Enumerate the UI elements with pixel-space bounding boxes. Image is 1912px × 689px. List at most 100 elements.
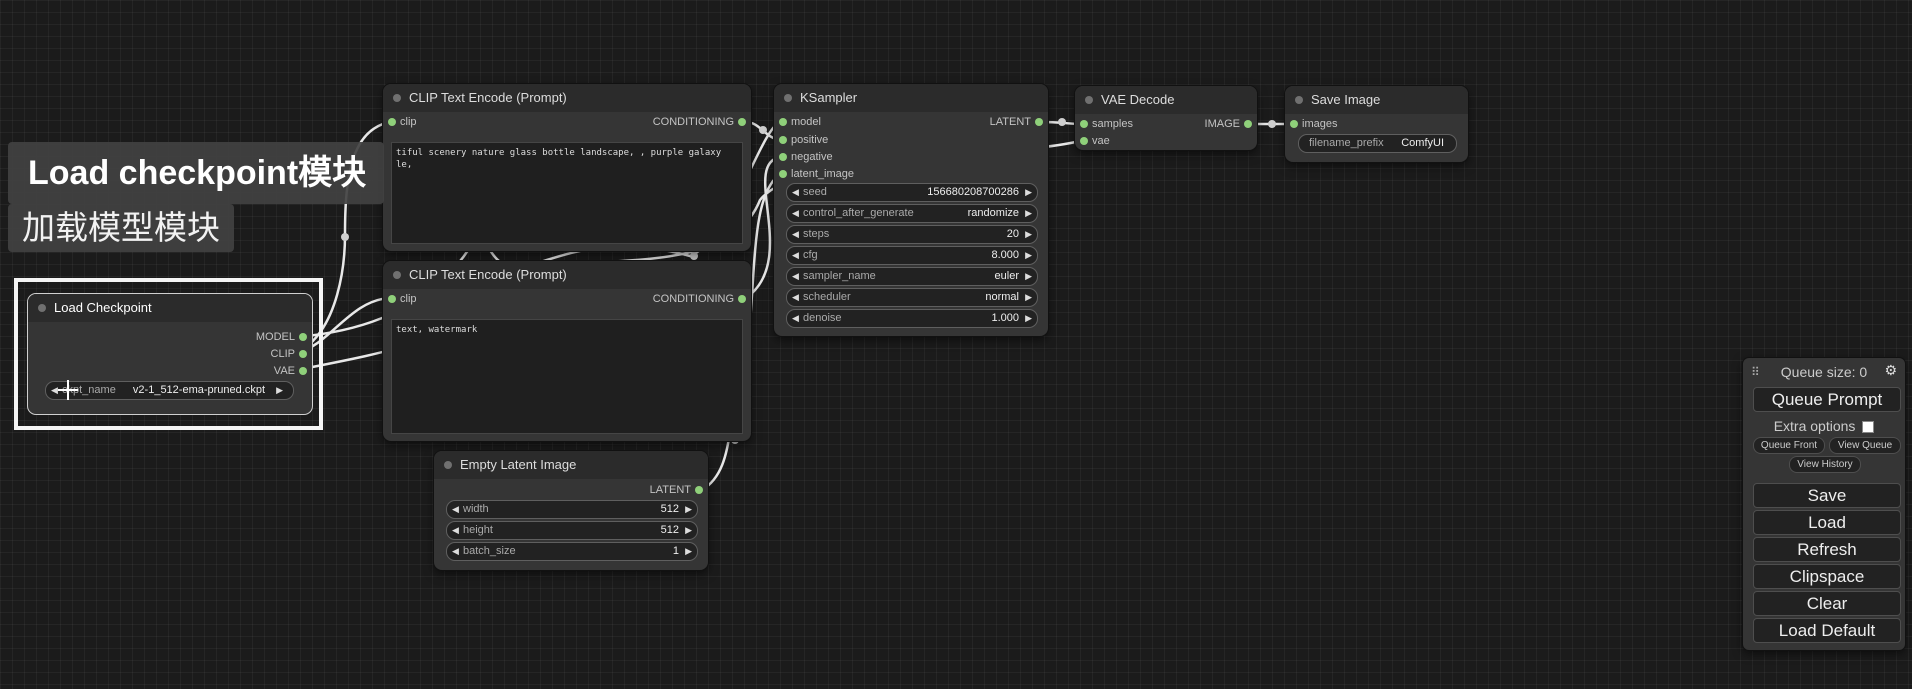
widget-steps[interactable]: ◀ steps 20 ▶ [786,225,1038,244]
slot-dot-icon[interactable] [738,118,746,126]
input-slot-positive[interactable]: positive [774,132,828,148]
slot-dot-icon[interactable] [1080,137,1088,145]
slot-dot-icon[interactable] [299,350,307,358]
arrow-left-icon[interactable]: ◀ [792,310,799,327]
node-title-bar[interactable]: Empty Latent Image [434,451,708,479]
input-slot-images[interactable]: images [1285,116,1337,132]
arrow-left-icon[interactable]: ◀ [792,226,799,243]
clip-text-encode-negative-node[interactable]: CLIP Text Encode (Prompt) clip CONDITION… [383,261,751,441]
input-slot-samples[interactable]: samples [1075,116,1133,132]
arrow-right-icon[interactable]: ▶ [1025,205,1032,222]
load-button[interactable]: Load [1753,510,1901,535]
arrow-left-icon[interactable]: ◀ [452,522,459,539]
slot-dot-icon[interactable] [1290,120,1298,128]
collapse-dot-icon[interactable] [1295,96,1303,104]
output-slot-conditioning[interactable]: CONDITIONING [653,114,751,130]
slot-dot-icon[interactable] [779,153,787,161]
widget-height[interactable]: ◀ height 512 ▶ [446,521,698,540]
widget-control-after-generate[interactable]: ◀ control_after_generate randomize ▶ [786,204,1038,223]
queue-prompt-button[interactable]: Queue Prompt [1753,387,1901,412]
slot-dot-icon[interactable] [1035,118,1043,126]
arrow-right-icon[interactable]: ▶ [1025,184,1032,201]
output-slot-image[interactable]: IMAGE [1205,116,1257,132]
input-slot-latent-image[interactable]: latent_image [774,166,854,182]
slot-dot-icon[interactable] [738,295,746,303]
input-slot-clip[interactable]: clip [383,291,417,307]
view-history-button[interactable]: View History [1789,456,1861,473]
arrow-right-icon[interactable]: ▶ [1025,289,1032,306]
arrow-right-icon[interactable]: ▶ [685,543,692,560]
collapse-dot-icon[interactable] [1085,96,1093,104]
arrow-right-icon[interactable]: ▶ [1025,247,1032,264]
clip-text-encode-positive-node[interactable]: CLIP Text Encode (Prompt) clip CONDITION… [383,84,751,251]
input-slot-model[interactable]: model [774,114,821,130]
collapse-dot-icon[interactable] [784,94,792,102]
arrow-left-icon[interactable]: ◀ [792,205,799,222]
slot-dot-icon[interactable] [299,333,307,341]
arrow-left-icon[interactable]: ◀ [792,247,799,264]
vae-decode-node[interactable]: VAE Decode samples vae IMAGE [1075,86,1257,150]
slot-dot-icon[interactable] [388,118,396,126]
load-checkpoint-node[interactable]: Load Checkpoint MODEL CLIP VAE ◀ ckpt_nam… [28,294,312,414]
extra-options-checkbox[interactable] [1862,421,1875,434]
refresh-button[interactable]: Refresh [1753,537,1901,562]
view-queue-button[interactable]: View Queue [1829,437,1901,454]
widget-ckpt-name[interactable]: ◀ ckpt_name v2-1_512-ema-pruned.ckpt ▶ [45,381,294,400]
slot-dot-icon[interactable] [1244,120,1252,128]
collapse-dot-icon[interactable] [393,94,401,102]
collapse-dot-icon[interactable] [393,271,401,279]
load-default-button[interactable]: Load Default [1753,618,1901,643]
slot-dot-icon[interactable] [779,170,787,178]
widget-sampler-name[interactable]: ◀ sampler_name euler ▶ [786,267,1038,286]
node-title-bar[interactable]: Load Checkpoint [28,294,312,322]
widget-cfg[interactable]: ◀ cfg 8.000 ▶ [786,246,1038,265]
arrow-left-icon[interactable]: ◀ [792,268,799,285]
arrow-right-icon[interactable]: ▶ [1025,310,1032,327]
widget-denoise[interactable]: ◀ denoise 1.000 ▶ [786,309,1038,328]
arrow-right-icon[interactable]: ▶ [685,501,692,518]
queue-panel[interactable]: ⠿ Queue size: 0 ⚙ Queue Prompt Extra opt… [1743,358,1905,650]
arrow-right-icon[interactable]: ▶ [1025,226,1032,243]
save-button[interactable]: Save [1753,483,1901,508]
arrow-left-icon[interactable]: ◀ [452,543,459,560]
input-slot-negative[interactable]: negative [774,149,833,165]
settings-gear-icon[interactable]: ⚙ [1884,362,1897,379]
output-slot-vae[interactable]: VAE [274,363,312,379]
node-title-bar[interactable]: CLIP Text Encode (Prompt) [383,261,751,289]
node-title-bar[interactable]: KSampler [774,84,1048,112]
slot-dot-icon[interactable] [388,295,396,303]
widget-width[interactable]: ◀ width 512 ▶ [446,500,698,519]
slot-dot-icon[interactable] [1080,120,1088,128]
collapse-dot-icon[interactable] [444,461,452,469]
arrow-left-icon[interactable]: ◀ [51,382,58,399]
empty-latent-image-node[interactable]: Empty Latent Image LATENT ◀ width 512 ▶ ◀ he… [434,451,708,570]
input-slot-vae[interactable]: vae [1075,133,1110,149]
arrow-right-icon[interactable]: ▶ [685,522,692,539]
node-title-bar[interactable]: Save Image [1285,86,1468,114]
output-slot-latent[interactable]: LATENT [650,482,708,498]
node-title-bar[interactable]: VAE Decode [1075,86,1257,114]
widget-batch-size[interactable]: ◀ batch_size 1 ▶ [446,542,698,561]
prompt-textarea[interactable]: tiful scenery nature glass bottle landsc… [391,142,743,244]
widget-filename-prefix[interactable]: filename_prefix ComfyUI [1298,134,1457,153]
slot-dot-icon[interactable] [779,136,787,144]
arrow-right-icon[interactable]: ▶ [1025,268,1032,285]
output-slot-model[interactable]: MODEL [256,329,312,345]
save-image-node[interactable]: Save Image images filename_prefix ComfyUI [1285,86,1468,162]
arrow-right-icon[interactable]: ▶ [276,382,283,399]
collapse-dot-icon[interactable] [38,304,46,312]
output-slot-clip[interactable]: CLIP [271,346,312,362]
node-title-bar[interactable]: CLIP Text Encode (Prompt) [383,84,751,112]
prompt-textarea[interactable]: text, watermark [391,319,743,434]
output-slot-latent[interactable]: LATENT [990,114,1048,130]
widget-seed[interactable]: ◀ seed 156680208700286 ▶ [786,183,1038,202]
arrow-left-icon[interactable]: ◀ [792,289,799,306]
clipspace-button[interactable]: Clipspace [1753,564,1901,589]
slot-dot-icon[interactable] [779,118,787,126]
arrow-left-icon[interactable]: ◀ [792,184,799,201]
output-slot-conditioning[interactable]: CONDITIONING [653,291,751,307]
input-slot-clip[interactable]: clip [383,114,417,130]
slot-dot-icon[interactable] [695,486,703,494]
widget-scheduler[interactable]: ◀ scheduler normal ▶ [786,288,1038,307]
queue-front-button[interactable]: Queue Front [1753,437,1825,454]
